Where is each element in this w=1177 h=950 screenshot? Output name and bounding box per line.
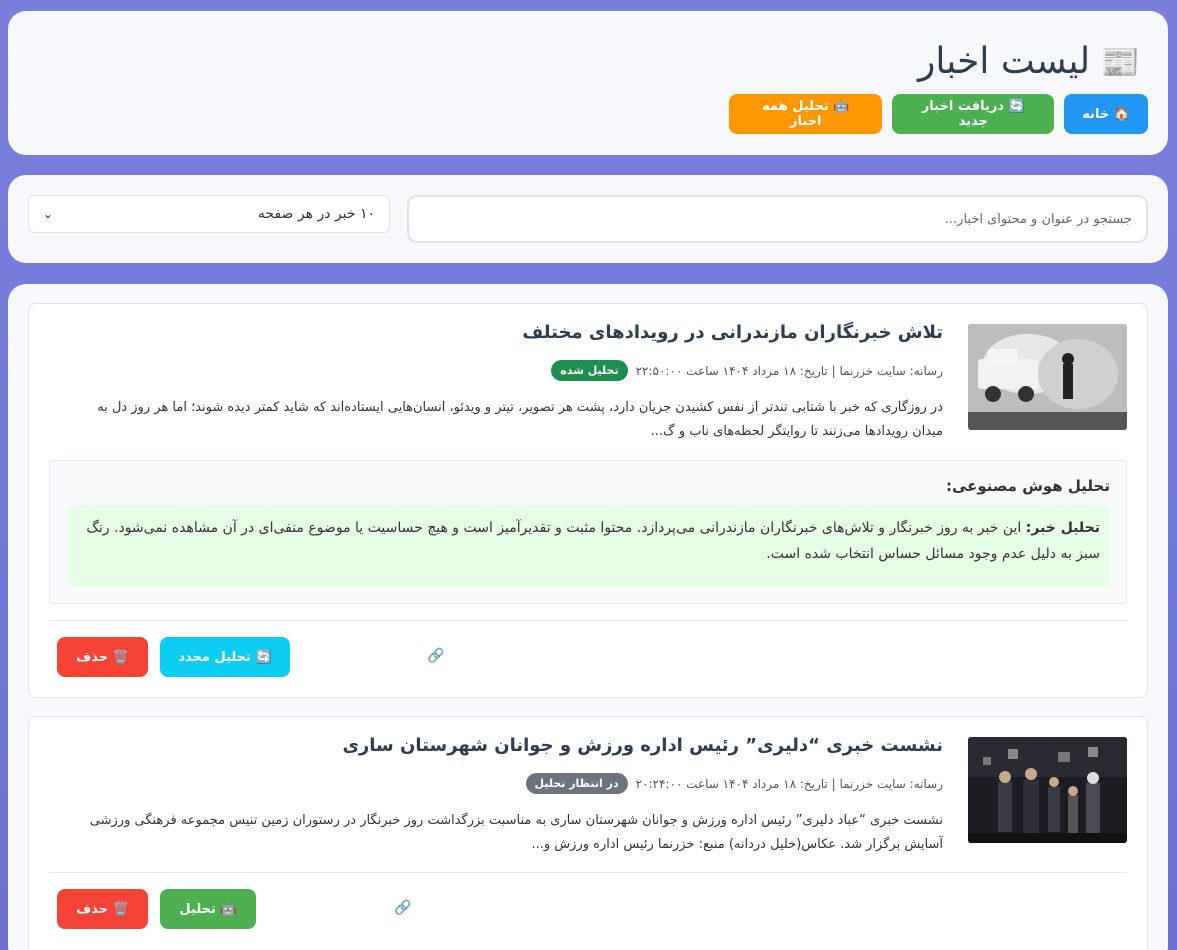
per-page-select[interactable]: ۱۰ خبر در هر صفحه ⌄ — [28, 195, 390, 233]
news-title[interactable]: تلاش خبرنگاران مازندرانی در رویدادهای مخ… — [522, 322, 943, 343]
news-thumbnail[interactable] — [968, 737, 1127, 843]
header-panel: 📰 لیست اخبار 🏠 خانه 🔄 دریافت اخبار جدید … — [8, 11, 1168, 155]
header-actions: 🏠 خانه 🔄 دریافت اخبار جدید 🤖 تحلیل همه ا… — [729, 94, 1148, 134]
news-meta: رسانه: سایت خزرنما | تاریخ: ۱۸ مرداد ۱۴۰… — [551, 360, 943, 381]
analyze-button[interactable]: 🤖 تحلیل — [160, 889, 256, 929]
news-meta-text: رسانه: سایت خزرنما | تاریخ: ۱۸ مرداد ۱۴۰… — [635, 363, 943, 378]
divider — [49, 872, 1127, 873]
ai-analysis-result: تحلیل خبر: این خبر به روز خبرنگار و تلاش… — [68, 505, 1110, 587]
reanalyze-button[interactable]: 🔄 تحلیل مجدد — [160, 637, 290, 677]
news-summary: نشست خبری “عباد دلیری” رئیس اداره ورزش و… — [89, 813, 943, 852]
status-badge: تحلیل شده — [551, 360, 628, 381]
page-title: 📰 لیست اخبار — [918, 41, 1140, 82]
chevron-down-icon: ⌄ — [43, 207, 54, 221]
status-badge: در انتظار تحلیل — [525, 773, 628, 794]
news-title[interactable]: نشست خبری “دلیری” رئیس اداره ورزش و جوان… — [342, 735, 943, 756]
news-thumbnail[interactable] — [968, 324, 1127, 430]
news-meta-text: رسانه: سایت خزرنما | تاریخ: ۱۸ مرداد ۱۴۰… — [635, 776, 943, 791]
news-card: نشست خبری “دلیری” رئیس اداره ورزش و جوان… — [28, 716, 1148, 950]
search-panel: ۱۰ خبر در هر صفحه ⌄ — [8, 175, 1168, 263]
search-input[interactable] — [407, 195, 1148, 243]
delete-button[interactable]: 🗑️ حذف — [57, 889, 148, 929]
page-title-text: لیست اخبار — [917, 41, 1091, 82]
ai-analysis-text: این خبر به روز خبرنگار و تلاش‌های خبرنگا… — [86, 520, 1100, 562]
ai-analysis-box: تحلیل هوش مصنوعی: تحلیل خبر: این خبر به … — [49, 460, 1127, 604]
ai-analysis-title: تحلیل هوش مصنوعی: — [945, 477, 1110, 495]
delete-button[interactable]: 🗑️ حذف — [57, 637, 148, 677]
fetch-news-button[interactable]: 🔄 دریافت اخبار جدید — [892, 94, 1055, 134]
news-summary: در روزگاری که خبر با شتابی تندتر از نفس … — [97, 400, 943, 439]
ai-analysis-label: تحلیل خبر: — [1025, 520, 1100, 536]
home-button[interactable]: 🏠 خانه — [1064, 94, 1148, 134]
analyze-all-button[interactable]: 🤖 تحلیل همه اخبار — [729, 94, 883, 134]
link-icon[interactable]: 🔗 — [394, 900, 411, 916]
news-list-panel: تلاش خبرنگاران مازندرانی در رویدادهای مخ… — [8, 284, 1168, 950]
newspaper-icon: 📰 — [1100, 42, 1140, 81]
news-card: تلاش خبرنگاران مازندرانی در رویدادهای مخ… — [28, 303, 1148, 698]
link-icon[interactable]: 🔗 — [427, 648, 444, 664]
per-page-value: ۱۰ خبر در هر صفحه — [257, 206, 375, 222]
news-meta: رسانه: سایت خزرنما | تاریخ: ۱۸ مرداد ۱۴۰… — [525, 773, 943, 794]
divider — [49, 620, 1127, 621]
